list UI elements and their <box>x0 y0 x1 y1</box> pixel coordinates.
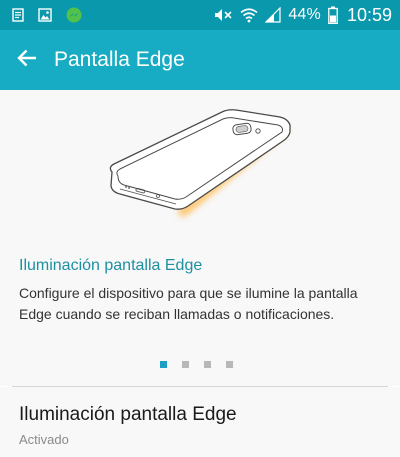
status-bar: 44% 10:59 <box>0 0 400 30</box>
intro-title: Iluminación pantalla Edge <box>19 257 203 274</box>
intro-description: Configure el dispositivo para que se ilu… <box>19 285 358 322</box>
messenger-icon <box>66 7 82 23</box>
setting-title: Iluminación pantalla Edge <box>19 404 237 425</box>
page-dot-3[interactable] <box>204 361 211 368</box>
status-time: 10:59 <box>346 4 392 25</box>
gallery-icon <box>38 8 52 22</box>
edge-illustration[interactable] <box>0 90 400 250</box>
mute-icon <box>213 7 233 23</box>
page-indicator <box>160 361 233 368</box>
notes-icon <box>12 8 24 22</box>
wifi-icon <box>240 7 258 23</box>
page-title: Pantalla Edge <box>54 48 185 71</box>
intro-section: Iluminación pantalla Edge Configure el d… <box>0 250 400 386</box>
back-button[interactable] <box>0 30 54 90</box>
battery-icon <box>328 6 338 24</box>
status-left-icons <box>12 7 82 23</box>
battery-percent: 44% <box>288 6 321 23</box>
setting-summary: Activado <box>19 432 69 447</box>
phone-illustration <box>109 109 291 218</box>
signal-icon <box>265 7 281 23</box>
page-dot-4[interactable] <box>226 361 233 368</box>
page-dot-1[interactable] <box>160 361 167 368</box>
back-arrow-icon <box>17 49 37 72</box>
app-bar: Pantalla Edge <box>0 30 400 90</box>
edge-lighting-setting[interactable]: Iluminación pantalla Edge Activado <box>0 387 400 457</box>
page-dot-2[interactable] <box>182 361 189 368</box>
status-right-icons: 44% 10:59 <box>213 5 392 26</box>
